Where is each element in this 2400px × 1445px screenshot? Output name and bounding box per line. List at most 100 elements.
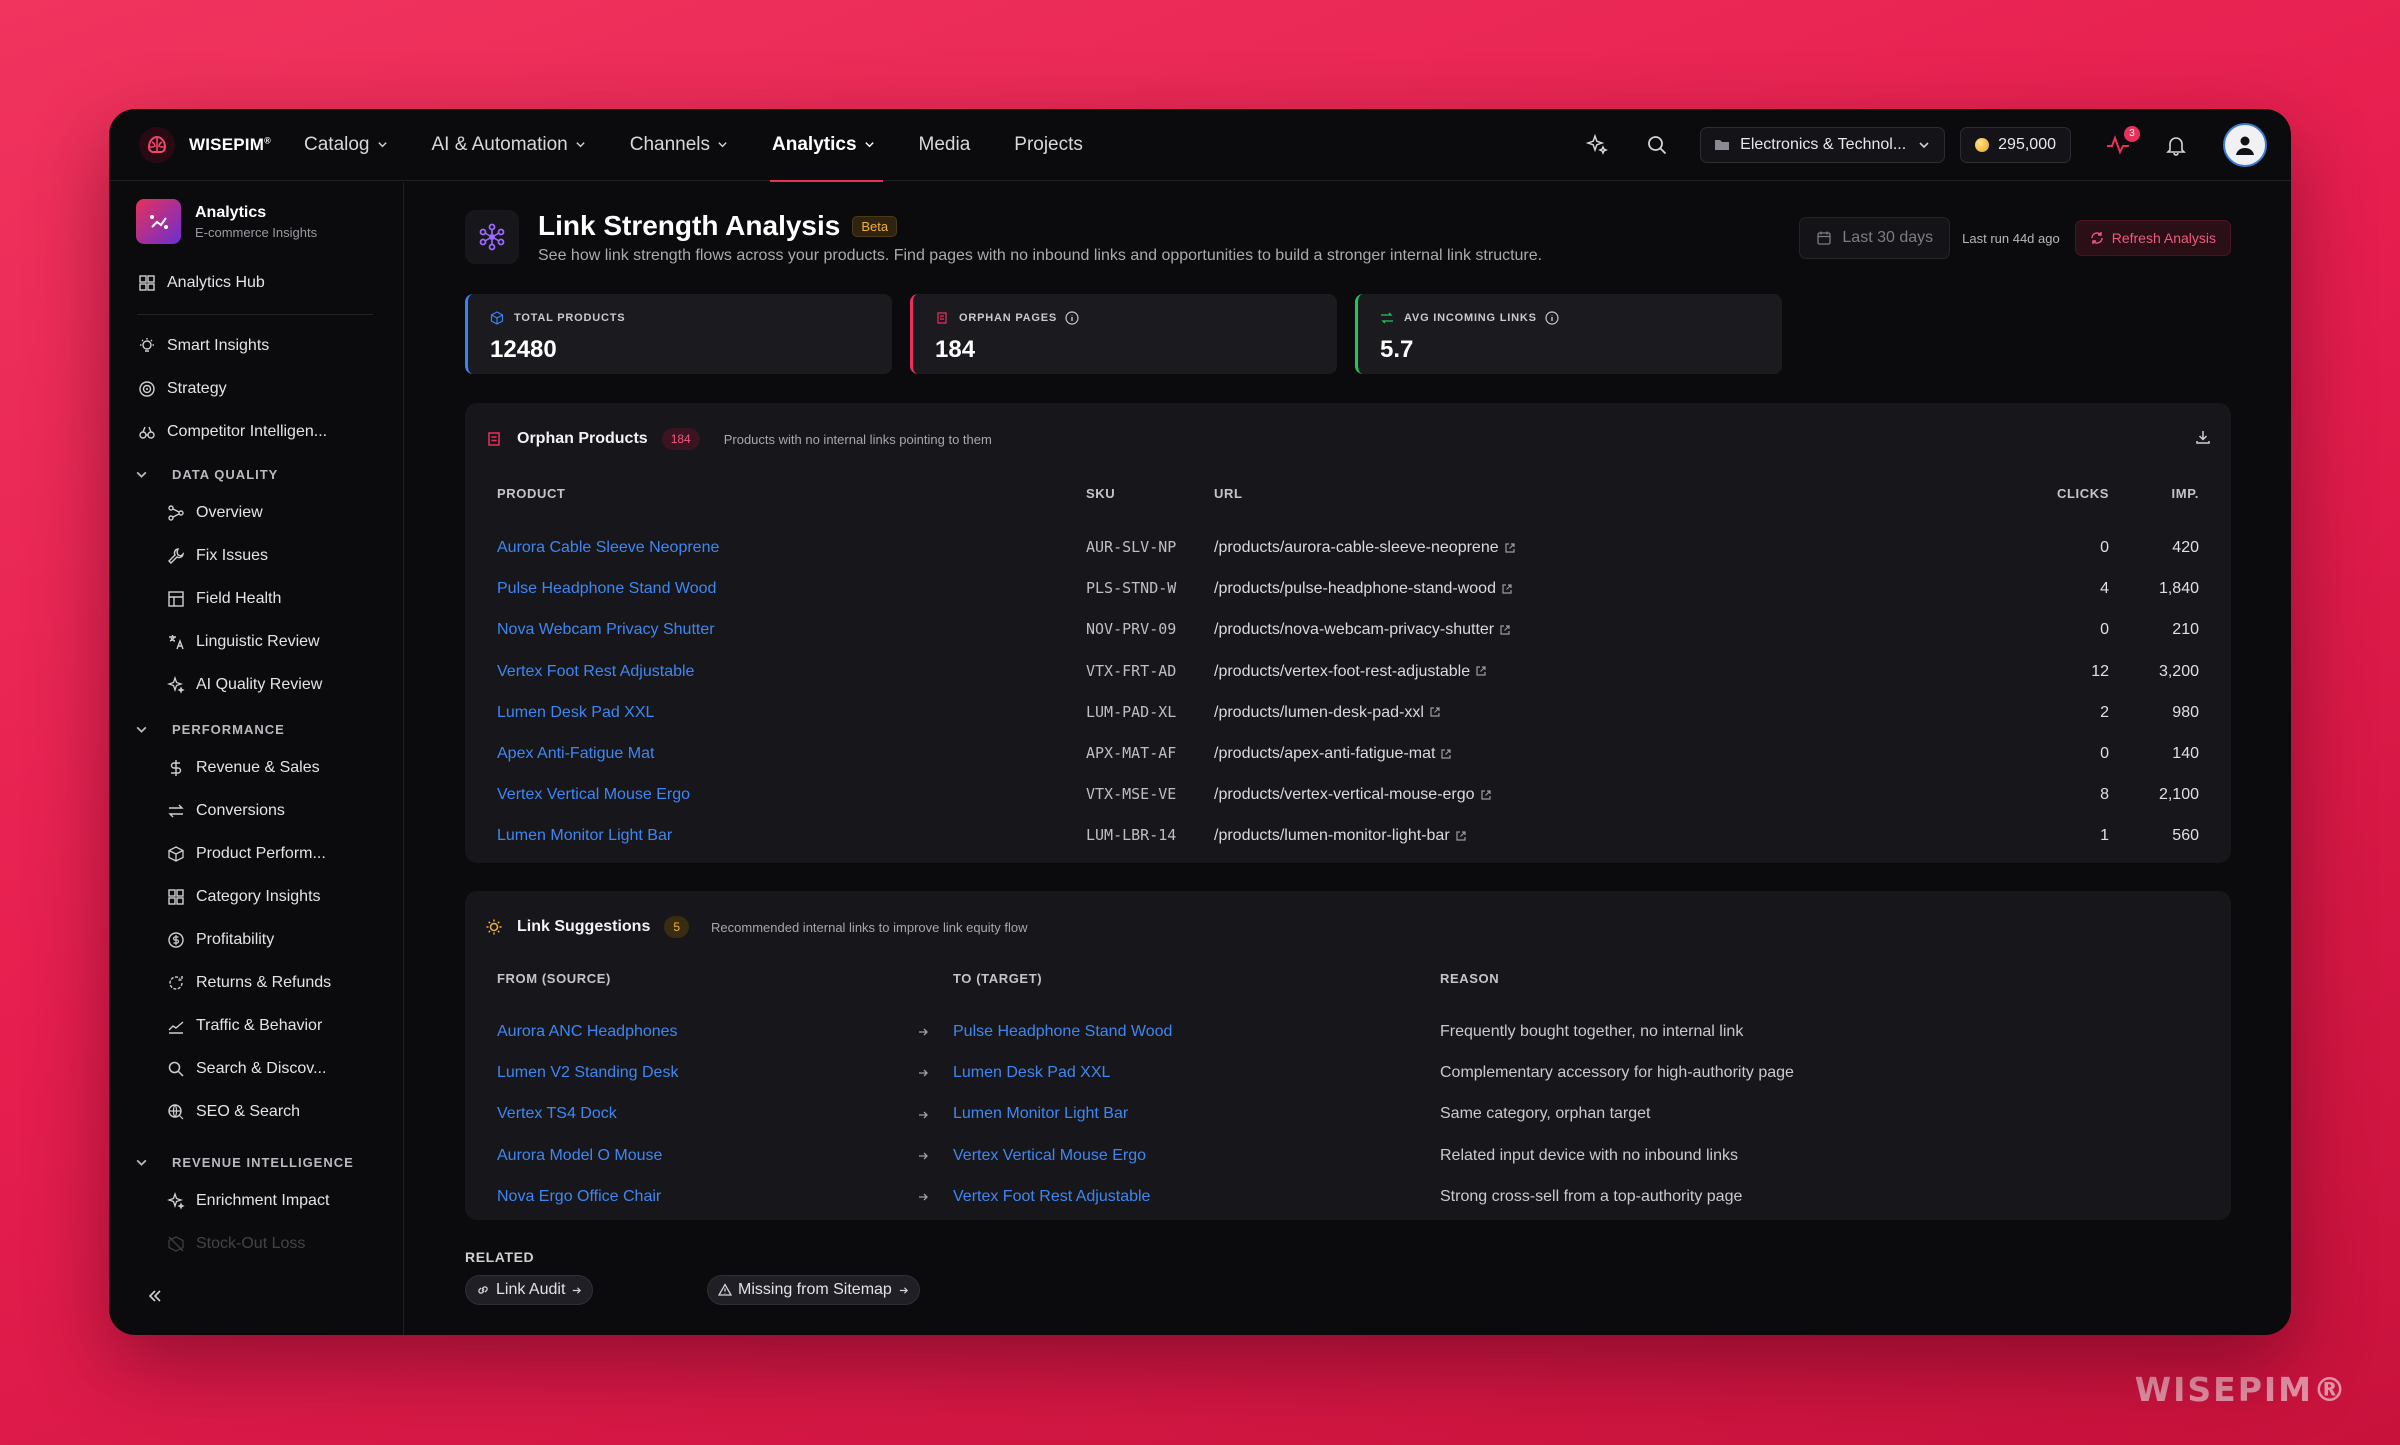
sidebar-item-fix-issues[interactable]: Fix Issues [167, 547, 268, 565]
impressions-cell: 980 [2172, 703, 2199, 721]
url-link[interactable]: /products/lumen-desk-pad-xxl [1214, 692, 1441, 733]
sidebar-item-competitor-intelligence[interactable]: Competitor Intelligen... [138, 423, 327, 441]
table-row: Vertex TS4 Dock Lumen Monitor Light Bar Sa… [465, 1093, 2231, 1134]
column-header-sku[interactable]: SKU [1086, 486, 1115, 501]
sidebar-item-conversions[interactable]: Conversions [167, 802, 285, 820]
top-bar: WISEPIM® Catalog AI & Automation Channel… [109, 109, 2291, 182]
sidebar-item-enrichment-impact[interactable]: Enrichment Impact [167, 1192, 329, 1210]
product-link[interactable]: Nova Webcam Privacy Shutter [497, 609, 715, 650]
url-link[interactable]: /products/apex-anti-fatigue-mat [1214, 733, 1452, 774]
sidebar-item-overview[interactable]: Overview [167, 504, 263, 522]
target-link[interactable]: Vertex Vertical Mouse Ergo [953, 1135, 1146, 1176]
url-text: /products/lumen-desk-pad-xxl [1214, 703, 1424, 721]
sidebar-section-data-quality[interactable]: DATA QUALITY [135, 467, 278, 482]
nav-analytics[interactable]: Analytics [770, 109, 896, 182]
refresh-analysis-button[interactable]: Refresh Analysis [2074, 220, 2231, 256]
credits-balance[interactable]: 295,000 [1960, 126, 2071, 163]
nav-projects[interactable]: Projects [1014, 109, 1083, 181]
table-row: Aurora Cable Sleeve Neoprene AUR-SLV-NP/p… [465, 527, 2231, 568]
arrow-right-icon [917, 1135, 929, 1176]
sidebar-item-profitability[interactable]: Profitability [167, 931, 274, 949]
target-link[interactable]: Vertex Foot Rest Adjustable [953, 1176, 1150, 1217]
target-link[interactable]: Pulse Headphone Stand Wood [953, 1011, 1172, 1052]
product-link[interactable]: Vertex Vertical Mouse Ergo [497, 774, 690, 815]
search-button[interactable] [1642, 130, 1672, 160]
nav-media[interactable]: Media [919, 109, 971, 181]
column-header-from: FROM (SOURCE) [497, 971, 611, 986]
notifications-button[interactable] [2161, 130, 2191, 160]
source-link[interactable]: Aurora ANC Headphones [497, 1011, 678, 1052]
ai-sparkle-button[interactable] [1582, 130, 1612, 160]
last-run-text: Last run 44d ago [1962, 230, 2060, 246]
brand-logo[interactable]: WISEPIM® [137, 125, 287, 165]
product-link[interactable]: Lumen Desk Pad XXL [497, 692, 654, 733]
download-button[interactable] [2195, 429, 2211, 450]
sidebar-section-revenue-intelligence[interactable]: REVENUE INTELLIGENCE [135, 1155, 354, 1170]
sidebar-item-returns-refunds[interactable]: Returns & Refunds [167, 974, 331, 992]
workspace-select[interactable]: Electronics & Technol... [1700, 126, 1946, 163]
impressions-cell: 560 [2172, 827, 2199, 845]
impressions-cell: 1,840 [2158, 580, 2199, 598]
sidebar-item-category-insights[interactable]: Category Insights [167, 888, 321, 906]
table-icon [168, 591, 184, 607]
related-label: RELATED [465, 1249, 535, 1265]
target-link[interactable]: Lumen Monitor Light Bar [953, 1093, 1128, 1134]
source-link[interactable]: Lumen V2 Standing Desk [497, 1052, 678, 1093]
related-link-audit[interactable]: Link Audit [465, 1275, 594, 1305]
url-link[interactable]: /products/vertex-foot-rest-adjustable [1214, 651, 1487, 692]
source-link[interactable]: Nova Ergo Office Chair [497, 1176, 661, 1217]
product-link[interactable]: Lumen Monitor Light Bar [497, 815, 672, 856]
sidebar-item-stock-out-loss[interactable]: Stock-Out Loss [167, 1235, 305, 1253]
info-icon[interactable] [1065, 311, 1079, 325]
date-range-button[interactable]: Last 30 days [1799, 217, 1951, 259]
product-link[interactable]: Vertex Foot Rest Adjustable [497, 651, 694, 692]
sidebar-item-search-discovery[interactable]: Search & Discov... [167, 1060, 326, 1078]
nav-catalog[interactable]: Catalog [304, 109, 410, 181]
nav-channels[interactable]: Channels [630, 109, 750, 181]
brain-logo-icon [139, 126, 175, 163]
product-link[interactable]: Apex Anti-Fatigue Mat [497, 733, 654, 774]
sparkle-icon [167, 676, 185, 694]
url-link[interactable]: /products/lumen-monitor-light-bar [1214, 815, 1467, 856]
column-header-clicks[interactable]: CLICKS [2057, 486, 2109, 501]
source-link[interactable]: Vertex TS4 Dock [497, 1093, 617, 1134]
url-link[interactable]: /products/vertex-vertical-mouse-ergo [1214, 774, 1492, 815]
sidebar-item-traffic-behavior[interactable]: Traffic & Behavior [167, 1017, 322, 1035]
column-header-impressions[interactable]: IMP. [2172, 486, 2199, 501]
source-link[interactable]: Aurora Model O Mouse [497, 1135, 662, 1176]
product-link[interactable]: Pulse Headphone Stand Wood [497, 568, 716, 609]
sidebar-section-performance[interactable]: PERFORMANCE [135, 722, 285, 737]
collapse-sidebar-button[interactable] [147, 1288, 163, 1309]
reason-cell: Same category, orphan target [1440, 1105, 1651, 1123]
url-text: /products/nova-webcam-privacy-shutter [1214, 621, 1495, 639]
sidebar-item-revenue-sales[interactable]: Revenue & Sales [167, 759, 320, 777]
sidebar-item-product-performance[interactable]: Product Perform... [167, 845, 326, 863]
sidebar-item-field-health[interactable]: Field Health [167, 590, 281, 608]
url-link[interactable]: /products/nova-webcam-privacy-shutter [1214, 609, 1511, 650]
sidebar-item-smart-insights[interactable]: Smart Insights [138, 337, 269, 355]
credits-value: 295,000 [1998, 135, 2056, 153]
info-icon[interactable] [1545, 311, 1559, 325]
sidebar-item-linguistic-review[interactable]: Linguistic Review [167, 633, 320, 651]
product-link[interactable]: Aurora Cable Sleeve Neoprene [497, 527, 719, 568]
page-actions: Last 30 days Last run 44d ago Refresh An… [1799, 217, 2231, 259]
url-link[interactable]: /products/aurora-cable-sleeve-neoprene [1214, 527, 1516, 568]
user-avatar[interactable] [2223, 122, 2267, 167]
external-link-icon [1480, 790, 1491, 800]
sidebar-item-analytics-hub[interactable]: Analytics Hub [138, 274, 265, 292]
column-header-reason: REASON [1440, 971, 1500, 986]
clicks-cell: 4 [2100, 580, 2109, 598]
external-link-icon [1430, 707, 1440, 717]
sidebar-item-strategy[interactable]: Strategy [138, 380, 227, 398]
sidebar-item-ai-quality-review[interactable]: AI Quality Review [167, 676, 322, 694]
url-link[interactable]: /products/pulse-headphone-stand-wood [1214, 568, 1513, 609]
column-header-url[interactable]: URL [1214, 486, 1243, 501]
sidebar-item-seo-search[interactable]: SEO & Search [167, 1103, 300, 1121]
column-header-product[interactable]: PRODUCT [497, 486, 565, 501]
impressions-cell: 420 [2172, 539, 2199, 556]
related-missing-from-sitemap[interactable]: Missing from Sitemap [707, 1275, 920, 1305]
table-row: Vertex Vertical Mouse Ergo VTX-MSE-VE/pro… [465, 774, 2231, 815]
target-link[interactable]: Lumen Desk Pad XXL [953, 1052, 1110, 1093]
activity-button[interactable]: 3 [2103, 125, 2140, 160]
nav-ai-automation[interactable]: AI & Automation [432, 109, 608, 181]
